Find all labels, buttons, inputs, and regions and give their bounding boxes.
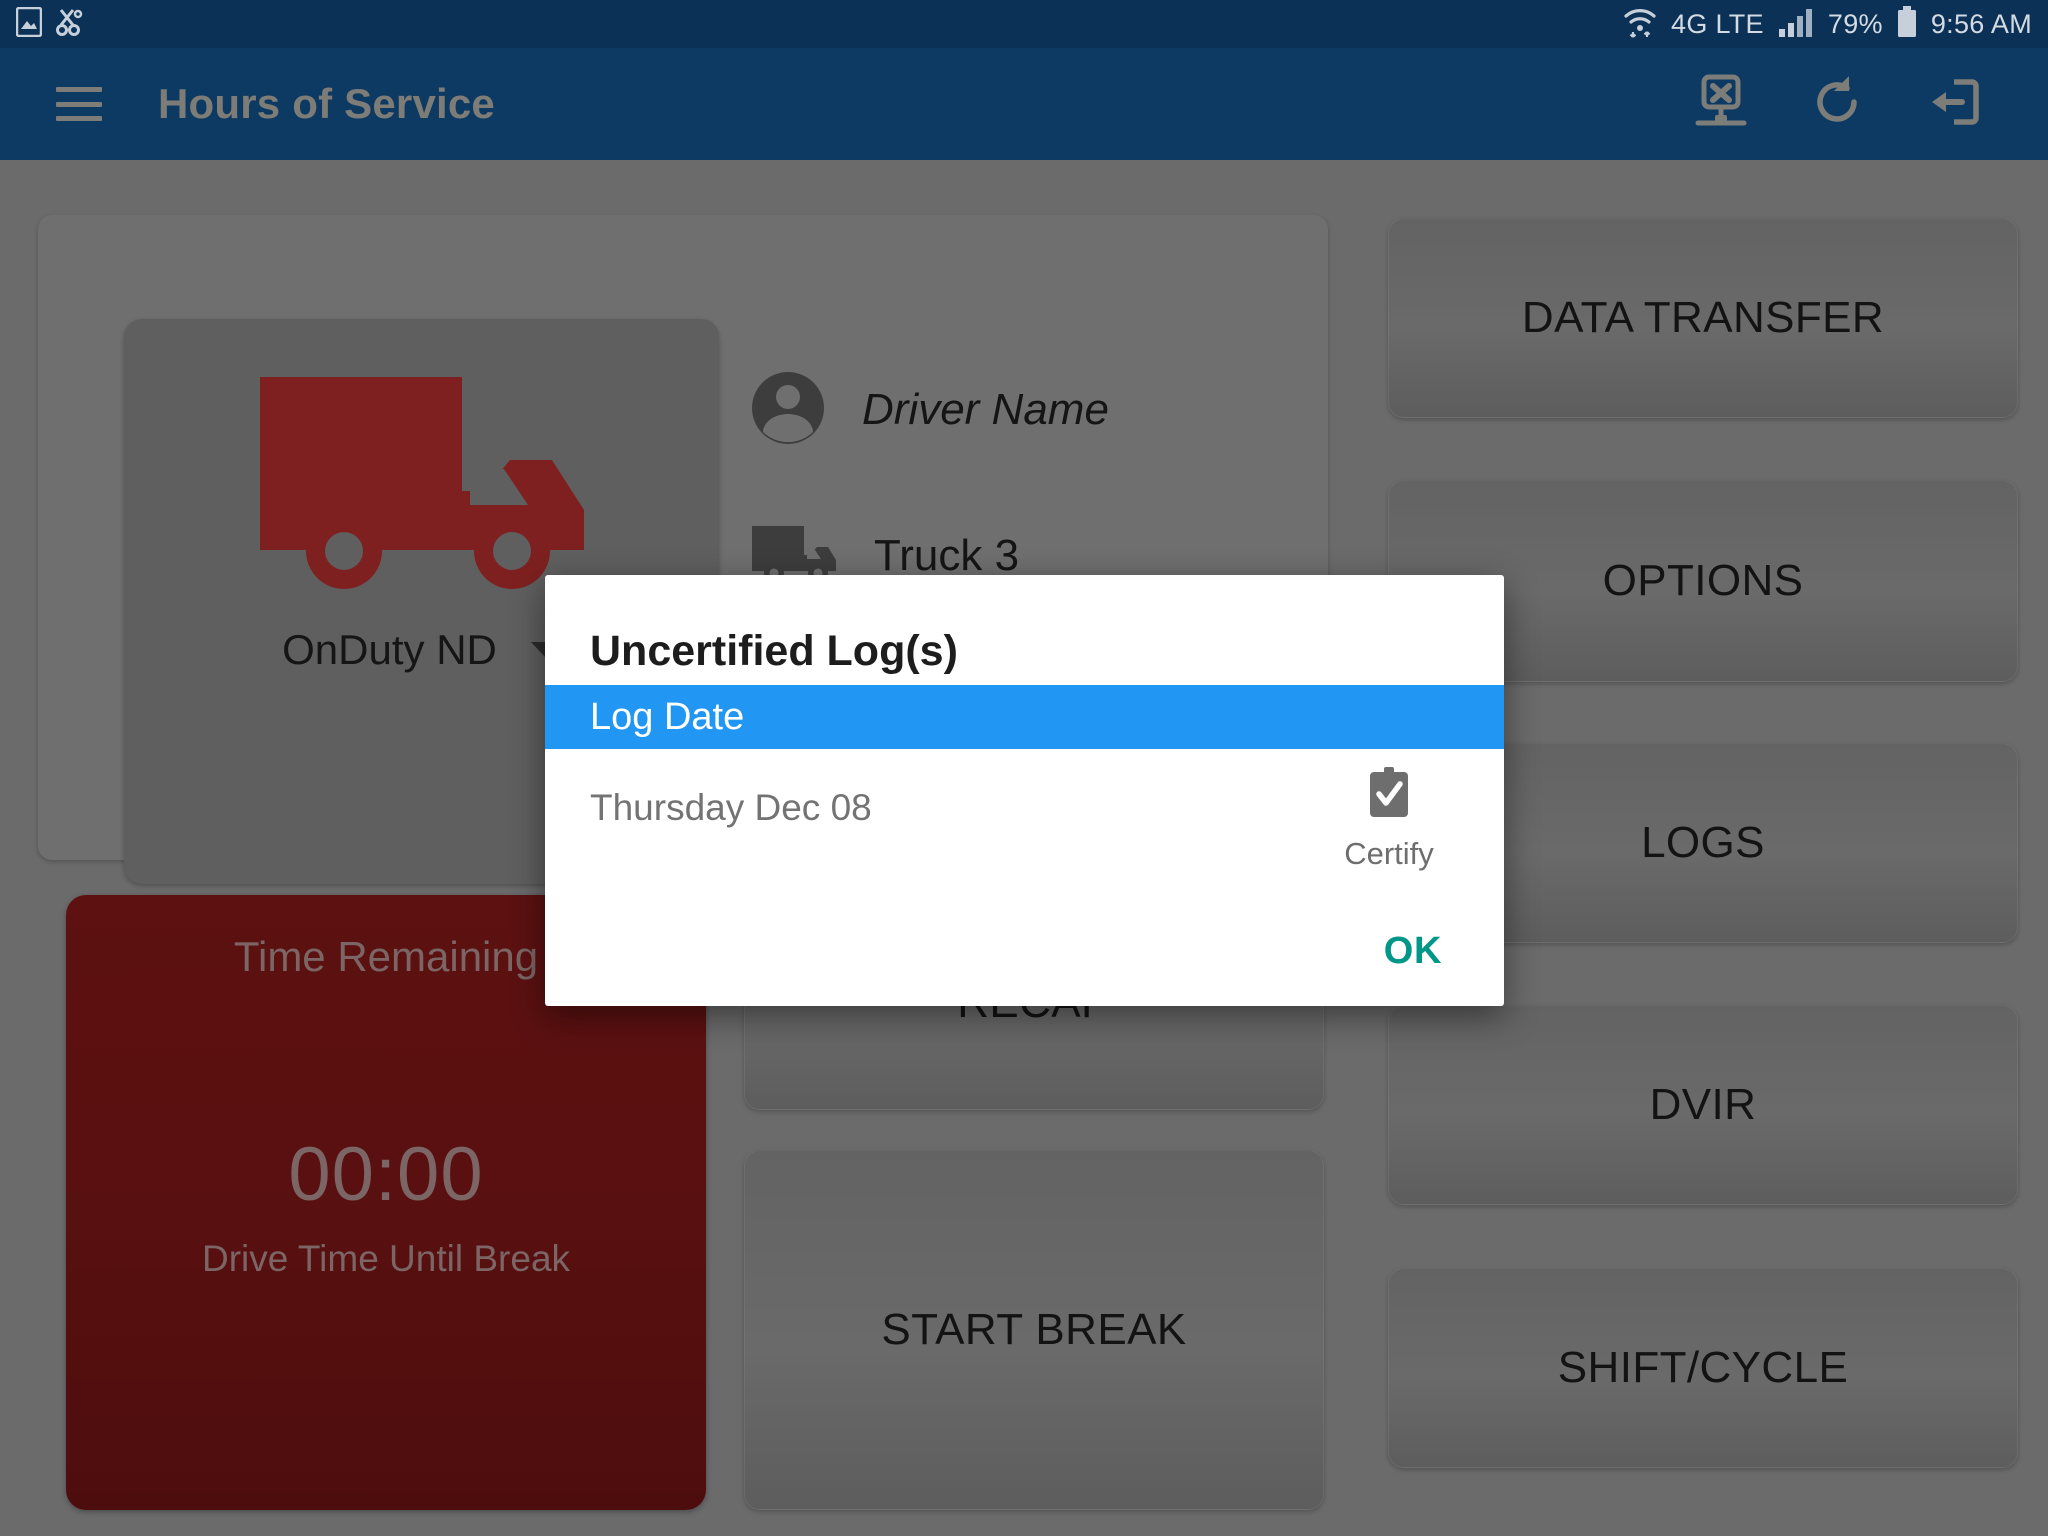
- no-connection-icon[interactable]: [1690, 71, 1752, 138]
- dialog-column-header: Log Date: [545, 685, 1504, 749]
- app-bar: Hours of Service: [0, 48, 2048, 160]
- certify-action[interactable]: Certify: [1314, 767, 1464, 872]
- battery-icon: [1897, 5, 1917, 43]
- time-remaining-subtitle: Drive Time Until Break: [201, 1238, 571, 1279]
- logout-icon[interactable]: [1924, 72, 1984, 137]
- status-bar: 4G LTE 79% 9:56 AM: [0, 0, 2048, 48]
- screenshot-icon: [15, 6, 43, 42]
- certify-label: Certify: [1344, 836, 1434, 871]
- hamburger-menu-icon[interactable]: [56, 87, 102, 121]
- dvir-button[interactable]: DVIR: [1388, 1005, 2018, 1205]
- truck-icon: [252, 365, 592, 600]
- column-header-log-date: Log Date: [590, 695, 745, 738]
- wifi-icon: [1623, 6, 1657, 43]
- screen: 4G LTE 79% 9:56 AM Hours of Service OnDu…: [0, 0, 2048, 1536]
- uncertified-logs-dialog: Uncertified Log(s) Log Date Thursday Dec…: [545, 575, 1504, 1006]
- duty-status-label: OnDuty ND: [282, 626, 497, 673]
- shift-cycle-button[interactable]: SHIFT/CYCLE: [1388, 1268, 2018, 1468]
- driver-name-row[interactable]: Driver Name: [750, 355, 1109, 465]
- ok-button[interactable]: OK: [1362, 920, 1464, 983]
- duty-status-selector[interactable]: OnDuty ND: [282, 626, 561, 674]
- driver-name-value: Driver Name: [862, 385, 1109, 434]
- snip-icon: [56, 7, 84, 42]
- data-transfer-button[interactable]: DATA TRANSFER: [1388, 218, 2018, 418]
- time-remaining-value: 00:00: [288, 1132, 484, 1217]
- dialog-actions: OK: [545, 896, 1504, 1006]
- driver-info-block: Driver Name Truck 3: [750, 355, 1109, 611]
- battery-percent-label: 79%: [1827, 8, 1883, 39]
- person-icon: [750, 370, 826, 451]
- dialog-title: Uncertified Log(s): [590, 627, 958, 675]
- network-label: 4G LTE: [1671, 8, 1764, 39]
- log-date-value: Thursday Dec 08: [590, 787, 872, 828]
- clipboard-check-icon[interactable]: [1365, 767, 1413, 826]
- status-bar-right: 4G LTE 79% 9:56 AM: [1623, 5, 2032, 43]
- status-bar-left-icons: [15, 6, 84, 42]
- clock-label: 9:56 AM: [1930, 8, 2032, 39]
- signal-bars-icon: [1778, 7, 1814, 42]
- refresh-icon[interactable]: [1808, 72, 1868, 137]
- vehicle-value: Truck 3: [874, 531, 1020, 580]
- table-row[interactable]: Thursday Dec 08 Certify: [545, 749, 1504, 879]
- page-title: Hours of Service: [158, 80, 495, 127]
- app-bar-actions: [1690, 71, 2008, 138]
- time-remaining-title: Time Remaining: [233, 933, 539, 980]
- start-break-button[interactable]: START BREAK: [744, 1150, 1324, 1510]
